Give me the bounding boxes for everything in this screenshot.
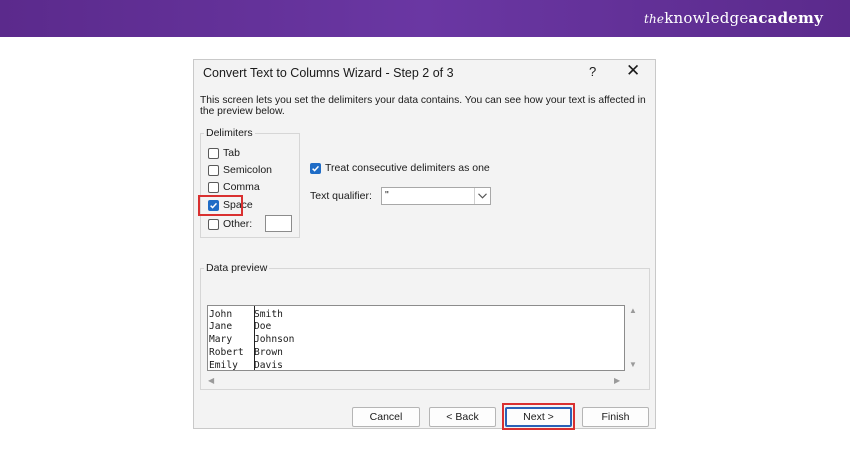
finish-button[interactable]: Finish bbox=[582, 407, 649, 427]
cancel-button[interactable]: Cancel bbox=[352, 407, 420, 427]
other-checkbox-label: Other: bbox=[223, 218, 253, 230]
checkmark-icon bbox=[310, 162, 321, 174]
next-button[interactable]: Next > bbox=[505, 407, 572, 427]
scroll-down-icon[interactable]: ▼ bbox=[629, 360, 637, 369]
checkbox-box bbox=[208, 147, 219, 159]
preview-cell: Davis bbox=[254, 360, 283, 371]
vertical-scrollbar[interactable]: ▲ ▼ bbox=[626, 305, 640, 371]
scroll-left-icon[interactable]: ◀ bbox=[208, 376, 214, 385]
checkbox-box bbox=[208, 164, 219, 176]
preview-cell: Smith bbox=[254, 309, 283, 320]
data-preview-label: Data preview bbox=[204, 262, 270, 274]
brand-logo: theknowledgeacademy bbox=[644, 9, 823, 27]
close-button[interactable]: ✕ bbox=[626, 61, 640, 81]
other-delimiter-input[interactable] bbox=[265, 215, 292, 232]
brand-logo-knowledge: knowledge bbox=[664, 9, 749, 27]
comma-checkbox[interactable]: Comma bbox=[208, 180, 260, 194]
brand-header-bar: theknowledgeacademy bbox=[0, 0, 850, 37]
space-checkbox-label: Space bbox=[223, 199, 253, 211]
scroll-up-icon[interactable]: ▲ bbox=[629, 306, 637, 315]
preview-cell: Jane bbox=[209, 321, 233, 332]
preview-cell: Johnson bbox=[254, 334, 295, 345]
text-qualifier-select[interactable]: " bbox=[381, 187, 491, 205]
horizontal-scrollbar[interactable]: ◀ ▶ bbox=[207, 375, 625, 387]
brand-logo-academy: academy bbox=[748, 9, 823, 27]
checkbox-box bbox=[208, 181, 219, 193]
delimiters-group-label: Delimiters bbox=[204, 127, 255, 139]
text-to-columns-dialog: Convert Text to Columns Wizard - Step 2 … bbox=[193, 59, 656, 430]
comma-checkbox-label: Comma bbox=[223, 181, 260, 193]
text-qualifier-label: Text qualifier: bbox=[310, 190, 372, 202]
brand-logo-the: the bbox=[643, 12, 665, 26]
checkbox-box bbox=[208, 218, 219, 230]
other-checkbox[interactable]: Other: bbox=[208, 217, 252, 231]
consecutive-delimiters-checkbox[interactable]: Treat consecutive delimiters as one bbox=[310, 161, 490, 175]
scroll-right-icon[interactable]: ▶ bbox=[614, 376, 620, 385]
tab-checkbox[interactable]: Tab bbox=[208, 146, 240, 160]
preview-cell: Brown bbox=[254, 347, 283, 358]
chevron-down-icon bbox=[474, 188, 490, 204]
checkmark-icon bbox=[208, 199, 219, 211]
help-button[interactable]: ? bbox=[589, 64, 596, 79]
text-qualifier-value: " bbox=[385, 189, 389, 201]
semicolon-checkbox[interactable]: Semicolon bbox=[208, 163, 272, 177]
consecutive-delimiters-label: Treat consecutive delimiters as one bbox=[325, 162, 490, 174]
dialog-title: Convert Text to Columns Wizard - Step 2 … bbox=[203, 66, 454, 80]
space-checkbox[interactable]: Space bbox=[208, 198, 253, 212]
preview-cell: Robert bbox=[209, 347, 244, 358]
preview-cell: Doe bbox=[254, 321, 272, 332]
dialog-description: This screen lets you set the delimiters … bbox=[200, 95, 646, 117]
tab-checkbox-label: Tab bbox=[223, 147, 240, 159]
back-button[interactable]: < Back bbox=[429, 407, 496, 427]
data-preview-box[interactable]: John Smith Jane Doe Mary Johnson Robert … bbox=[207, 305, 625, 371]
semicolon-checkbox-label: Semicolon bbox=[223, 164, 273, 176]
preview-cell: Mary bbox=[209, 334, 233, 345]
preview-cell: John bbox=[209, 309, 233, 320]
preview-cell: Emily bbox=[209, 360, 238, 371]
